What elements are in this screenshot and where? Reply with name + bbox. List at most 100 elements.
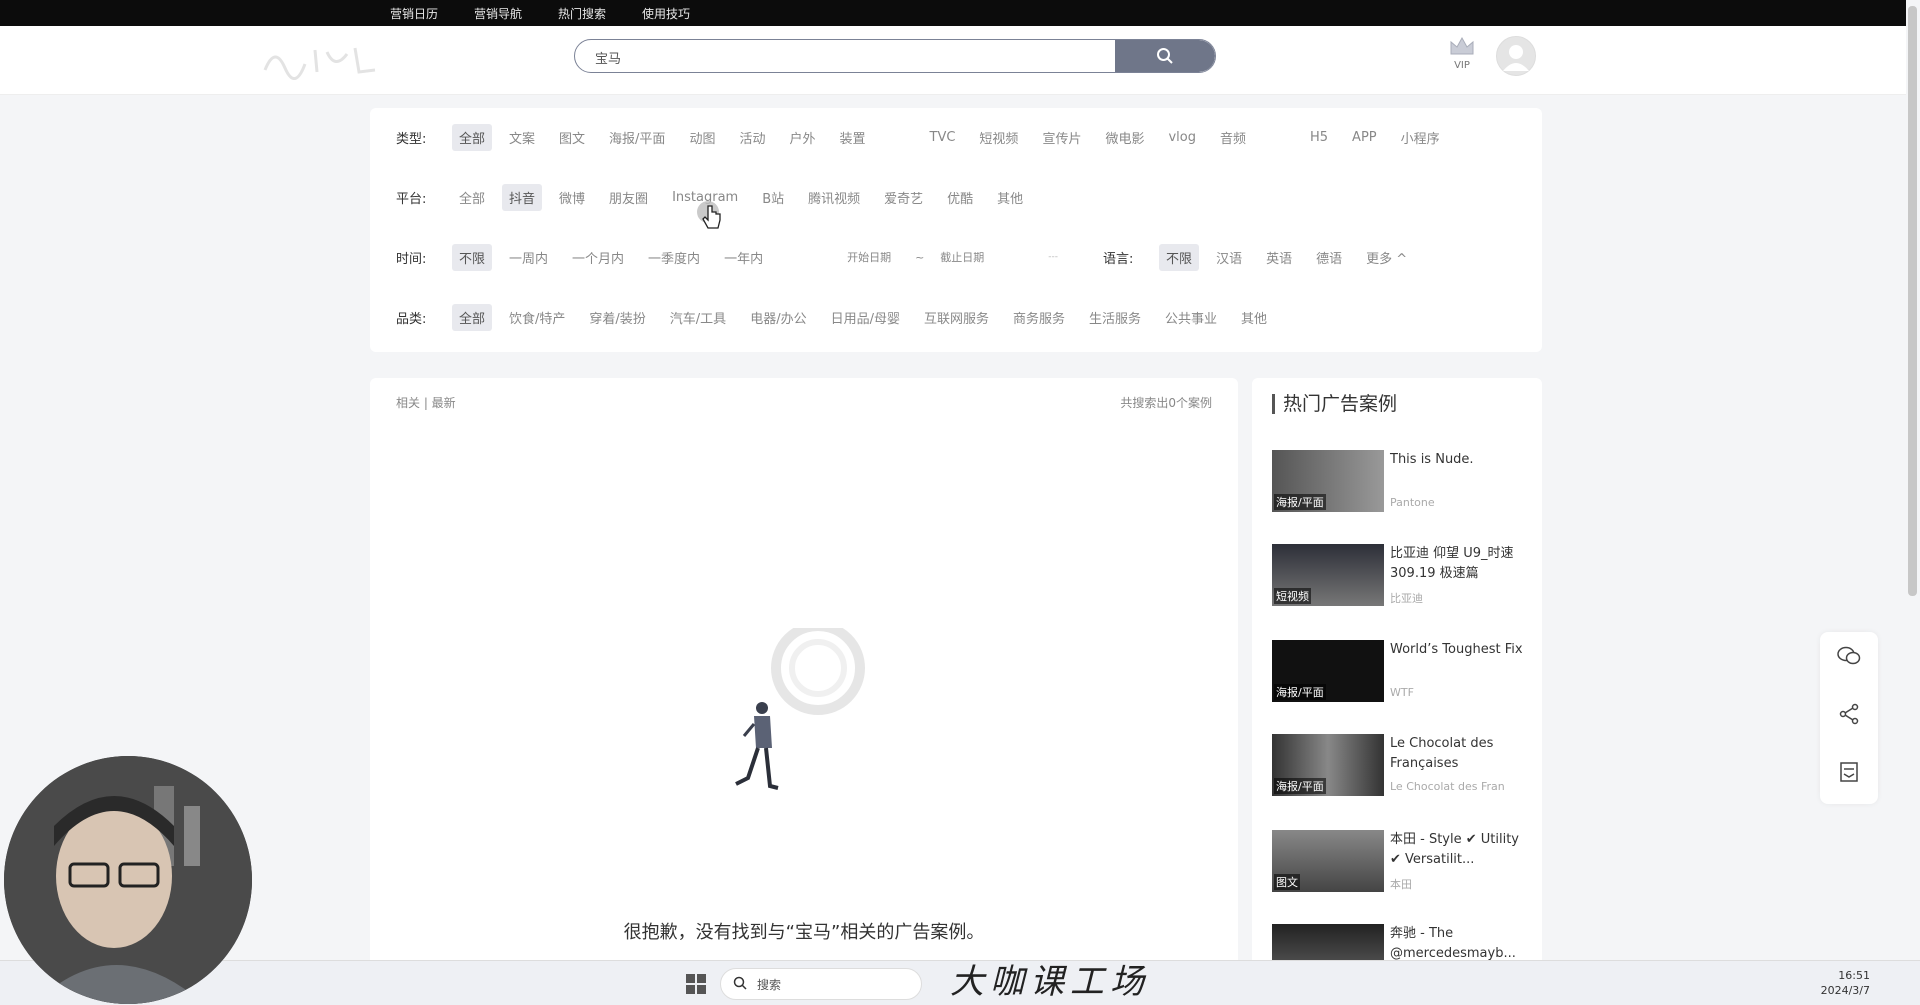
hot-case-thumbnail[interactable]: 图文: [1272, 830, 1384, 892]
search-box: [574, 39, 1216, 73]
hot-case-card[interactable]: 海报/平面 Le Chocolat des Françaises Le Choc…: [1272, 734, 1532, 798]
filter-category-public[interactable]: 公共事业: [1158, 304, 1224, 331]
hot-case-card[interactable]: 短视频 比亚迪 仰望 U9_时速309.19 极速篇 比亚迪: [1272, 544, 1532, 608]
filter-platform-all[interactable]: 全部: [452, 184, 492, 211]
date-dash: ---: [1048, 252, 1059, 262]
filter-time-any[interactable]: 不限: [452, 243, 493, 271]
hot-case-brand: Le Chocolat des Fran: [1390, 780, 1505, 793]
user-avatar[interactable]: [1496, 36, 1536, 76]
filter-language-more[interactable]: 更多 ^: [1359, 244, 1414, 271]
filter-platform-bilibili[interactable]: B站: [755, 184, 791, 211]
filter-type-gif[interactable]: 动图: [682, 124, 722, 151]
filter-time-month[interactable]: 一个月内: [565, 244, 631, 271]
top-nav-calendar[interactable]: 营销日历: [390, 5, 438, 22]
search-input[interactable]: [593, 40, 1097, 72]
wechat-icon[interactable]: [1837, 644, 1861, 668]
filter-row-type: 类型: 全部 文案 图文 海报/平面 动图 活动 户外 装置 TVC 短视频 宣…: [396, 123, 1457, 151]
date-range-separator: ~: [915, 250, 925, 264]
search-button[interactable]: [1115, 40, 1215, 72]
filter-platform-douyin[interactable]: 抖音: [502, 183, 543, 211]
hot-case-title[interactable]: Le Chocolat des Françaises: [1390, 734, 1532, 774]
filter-type-image-text[interactable]: 图文: [552, 124, 592, 151]
filter-time-year[interactable]: 一年内: [717, 244, 770, 271]
filter-platform-youku[interactable]: 优酷: [940, 184, 980, 211]
filter-type-installation[interactable]: 装置: [832, 124, 872, 151]
hot-case-tag: 图文: [1274, 874, 1300, 890]
hot-case-tag: 海报/平面: [1274, 778, 1326, 794]
filter-language-german[interactable]: 德语: [1309, 244, 1349, 271]
filter-category-all[interactable]: 全部: [452, 303, 493, 331]
filter-platform-tencent-video[interactable]: 腾讯视频: [801, 184, 867, 211]
filter-type-vlog[interactable]: vlog: [1161, 126, 1203, 149]
filter-type-copy[interactable]: 文案: [502, 124, 542, 151]
filter-language-english[interactable]: 英语: [1259, 244, 1299, 271]
hot-case-title[interactable]: This is Nude.: [1390, 450, 1532, 470]
filter-type-mini-program[interactable]: 小程序: [1394, 124, 1447, 151]
presenter-video: [4, 756, 252, 1004]
filter-time-quarter[interactable]: 一季度内: [641, 244, 707, 271]
hot-case-card[interactable]: 图文 本田 - Style ✔ Utility ✔ Versatilit... …: [1272, 830, 1532, 894]
hot-case-thumbnail[interactable]: 海报/平面: [1272, 640, 1384, 702]
hot-case-card[interactable]: 海报/平面 World’s Toughest Fix WTF: [1272, 640, 1532, 704]
filter-language-chinese[interactable]: 汉语: [1209, 244, 1249, 271]
filter-category-life[interactable]: 生活服务: [1082, 304, 1148, 331]
filter-type-app[interactable]: APP: [1345, 126, 1384, 149]
filter-type-outdoor[interactable]: 户外: [782, 124, 822, 151]
filter-time-week[interactable]: 一周内: [502, 244, 555, 271]
empty-message: 很抱歉，没有找到与“宝马”相关的广告案例。: [623, 922, 985, 943]
hot-case-card[interactable]: 海报/平面 This is Nude. Pantone: [1272, 450, 1532, 514]
filter-platform-moments[interactable]: 朋友圈: [602, 184, 655, 211]
hot-case-title[interactable]: 奔驰 - The @mercedesmayb...: [1390, 924, 1532, 964]
top-nav-guide[interactable]: 营销导航: [474, 5, 522, 22]
filter-type-short-video[interactable]: 短视频: [972, 124, 1025, 151]
floating-toolbar: [1820, 632, 1878, 804]
filter-platform-iqiyi[interactable]: 爱奇艺: [877, 184, 930, 211]
system-clock[interactable]: 16:51 2024/3/7: [1800, 968, 1870, 998]
filter-label-category: 品类:: [396, 311, 427, 327]
filter-category-electronics[interactable]: 电器/办公: [743, 304, 813, 331]
scrollbar-thumb[interactable]: [1908, 6, 1917, 596]
filter-category-daily[interactable]: 日用品/母婴: [824, 304, 907, 331]
clock-time: 16:51: [1838, 969, 1870, 982]
feedback-icon[interactable]: [1837, 760, 1861, 784]
top-nav-hot-search[interactable]: 热门搜索: [558, 5, 606, 22]
filter-category-apparel[interactable]: 穿着/装扮: [582, 304, 652, 331]
top-nav-tips[interactable]: 使用技巧: [642, 5, 690, 22]
filter-platform-weibo[interactable]: 微博: [552, 184, 592, 211]
share-icon[interactable]: [1837, 702, 1861, 726]
crown-icon: [1450, 36, 1474, 55]
search-icon: [1157, 48, 1173, 64]
filter-type-audio[interactable]: 音频: [1213, 124, 1253, 151]
sort-toggle[interactable]: 相关 | 最新: [396, 394, 456, 411]
hot-case-thumbnail[interactable]: 海报/平面: [1272, 734, 1384, 796]
hot-case-thumbnail[interactable]: 短视频: [1272, 544, 1384, 606]
start-date-input[interactable]: 开始日期: [840, 245, 898, 269]
hot-case-title[interactable]: World’s Toughest Fix: [1390, 640, 1532, 660]
user-icon: [1503, 45, 1529, 71]
filter-category-internet[interactable]: 互联网服务: [917, 304, 996, 331]
end-date-input[interactable]: 截止日期: [933, 245, 991, 269]
filter-type-micro-film[interactable]: 微电影: [1098, 124, 1151, 151]
filter-type-tvc[interactable]: TVC: [923, 126, 963, 149]
hot-case-brand: 比亚迪: [1390, 592, 1423, 605]
filter-platform-other[interactable]: 其他: [990, 184, 1030, 211]
filter-label-time: 时间:: [396, 251, 427, 267]
windows-start-icon[interactable]: [686, 974, 706, 994]
hot-case-title[interactable]: 本田 - Style ✔ Utility ✔ Versatilit...: [1390, 830, 1532, 870]
hot-case-title[interactable]: 比亚迪 仰望 U9_时速309.19 极速篇: [1390, 544, 1532, 584]
filter-type-all[interactable]: 全部: [452, 123, 493, 151]
filter-language-any[interactable]: 不限: [1159, 243, 1200, 271]
site-logo[interactable]: [255, 40, 385, 80]
filter-type-promo[interactable]: 宣传片: [1035, 124, 1088, 151]
filter-type-h5[interactable]: H5: [1303, 126, 1335, 149]
filter-type-poster[interactable]: 海报/平面: [602, 124, 672, 151]
filter-category-business[interactable]: 商务服务: [1006, 304, 1072, 331]
hot-case-thumbnail[interactable]: 海报/平面: [1272, 450, 1384, 512]
filter-category-food[interactable]: 饮食/特产: [502, 304, 572, 331]
filter-type-event[interactable]: 活动: [732, 124, 772, 151]
vip-button[interactable]: VIP: [1446, 34, 1478, 78]
filter-category-auto[interactable]: 汽车/工具: [663, 304, 733, 331]
top-nav-bar: 营销日历 营销导航 热门搜索 使用技巧: [0, 0, 1920, 26]
filter-category-other[interactable]: 其他: [1234, 304, 1274, 331]
taskbar-search[interactable]: 搜索: [720, 968, 922, 1000]
